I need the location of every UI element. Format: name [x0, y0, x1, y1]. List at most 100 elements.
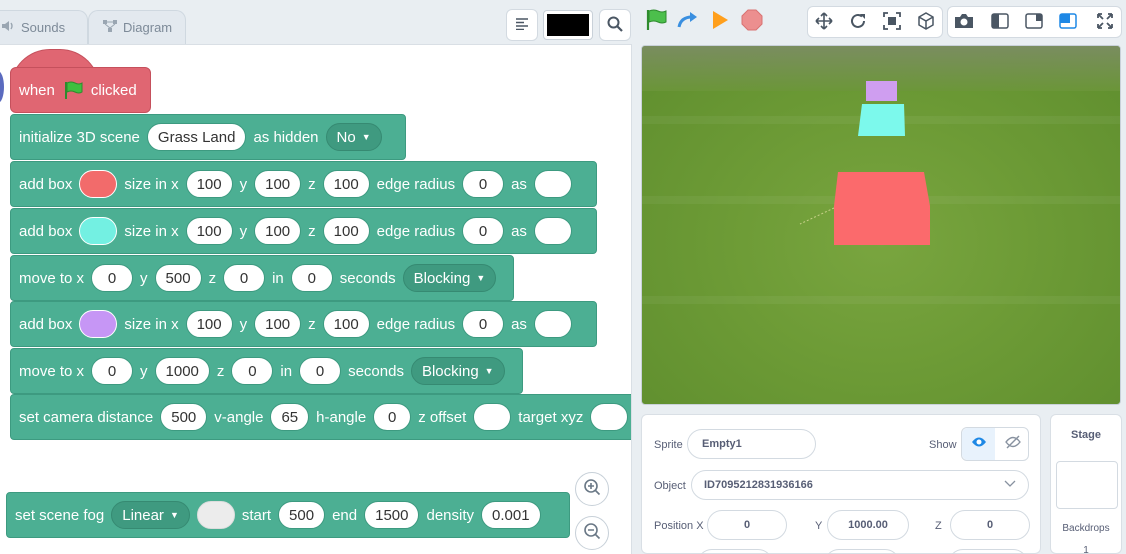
camera-distance-input[interactable]: 500 — [160, 403, 208, 431]
set-camera-distance-block[interactable]: set camera distance 500 v-angle 65 h-ang… — [10, 394, 631, 440]
pen-color-picker[interactable] — [543, 10, 593, 40]
sprite-label: Sprite — [654, 439, 683, 451]
speaker-icon — [1, 20, 15, 35]
position-x-input[interactable]: 0 — [707, 510, 787, 540]
view-tools-group — [807, 6, 943, 38]
green-flag-button[interactable] — [643, 9, 669, 35]
move-x-input[interactable]: 0 — [91, 264, 134, 292]
edge-radius-input[interactable]: 0 — [462, 170, 505, 198]
size-x-input[interactable]: 100 — [185, 310, 233, 338]
z-offset-input[interactable] — [473, 403, 512, 431]
size-x-input[interactable]: 100 — [185, 217, 233, 245]
object-select-value: ID7095212831936166 — [704, 479, 813, 491]
red-box[interactable] — [834, 172, 930, 245]
move-z-input[interactable]: 0 — [231, 357, 274, 385]
size-x-input[interactable]: 100 — [185, 170, 233, 198]
z-label: z — [208, 269, 217, 287]
zoom-in-button[interactable] — [575, 472, 609, 506]
as-input[interactable] — [533, 310, 572, 338]
play-button[interactable] — [707, 9, 733, 35]
move-to-block[interactable]: move to x 0 y 500 z 0 in 0 seconds Block… — [10, 255, 514, 301]
v-angle-input[interactable]: 65 — [270, 403, 310, 431]
blocking-dropdown[interactable]: Blocking ▼ — [402, 264, 497, 292]
tab-diagram[interactable]: Diagram — [88, 10, 186, 44]
h-angle-input[interactable]: 0 — [373, 403, 412, 431]
box-color-picker[interactable] — [79, 310, 118, 338]
3d-cube-button[interactable] — [914, 11, 938, 35]
rotate-tool-button[interactable] — [846, 11, 870, 35]
search-button[interactable] — [599, 9, 631, 41]
tab-sounds[interactable]: Sounds — [0, 10, 88, 44]
position-z-input[interactable]: 0 — [950, 510, 1030, 540]
hide-button[interactable] — [996, 428, 1029, 460]
as-label: as — [511, 315, 527, 333]
edge-radius-input[interactable]: 0 — [462, 217, 505, 245]
object-select[interactable]: ID7095212831936166 — [691, 470, 1029, 500]
set-scene-fog-block[interactable]: set scene fog Linear ▼ start 500 end 1500… — [6, 492, 570, 538]
seconds-label: seconds — [339, 269, 396, 287]
chevron-down-icon — [1004, 479, 1016, 492]
clean-up-button[interactable] — [506, 9, 538, 41]
large-stage-button[interactable] — [1056, 11, 1080, 35]
stage-thumbnail[interactable] — [1056, 461, 1118, 509]
fullscreen-button[interactable] — [1093, 11, 1117, 35]
add-box-block[interactable]: add box size in x 100 y 100 z 100 edge r… — [10, 301, 597, 347]
target-input[interactable] — [590, 403, 629, 431]
when-flag-clicked-block[interactable]: when clicked — [10, 67, 151, 113]
stage-selector-panel[interactable]: Stage Backdrops 1 — [1050, 414, 1122, 554]
box-color-picker[interactable] — [79, 170, 118, 198]
move-to-block[interactable]: move to x 0 y 1000 z 0 in 0 seconds Bloc… — [10, 348, 523, 394]
size-y-input[interactable]: 100 — [254, 310, 302, 338]
rotate-icon — [849, 12, 867, 35]
fit-screen-button[interactable] — [880, 11, 904, 35]
size-z-input[interactable]: 100 — [322, 170, 370, 198]
scene-name-input[interactable]: Grass Land — [146, 123, 247, 151]
rotation-y-input[interactable] — [824, 549, 900, 554]
move-z-input[interactable]: 0 — [223, 264, 266, 292]
as-input[interactable] — [533, 217, 572, 245]
fog-density-input[interactable]: 0.001 — [481, 501, 541, 529]
blocking-dropdown[interactable]: Blocking ▼ — [410, 357, 505, 385]
fog-start-input[interactable]: 500 — [278, 501, 326, 529]
as-input[interactable] — [533, 170, 572, 198]
duration-input[interactable]: 0 — [299, 357, 342, 385]
rotation-z-input[interactable] — [948, 549, 1028, 554]
block-label: set scene fog — [15, 506, 105, 524]
move-y-input[interactable]: 1000 — [154, 357, 210, 385]
hidden-dropdown[interactable]: No ▼ — [325, 123, 382, 151]
green-flag-icon — [644, 8, 668, 37]
caret-down-icon: ▼ — [476, 273, 486, 283]
fog-end-input[interactable]: 1500 — [364, 501, 420, 529]
size-z-input[interactable]: 100 — [322, 217, 370, 245]
cyan-box[interactable] — [858, 104, 905, 136]
size-y-input[interactable]: 100 — [254, 217, 302, 245]
step-button[interactable] — [675, 9, 701, 35]
screenshot-button[interactable] — [952, 11, 976, 35]
3d-stage-canvas[interactable] — [641, 45, 1121, 405]
purple-box[interactable] — [866, 81, 897, 101]
duration-input[interactable]: 0 — [290, 264, 333, 292]
position-y-input[interactable]: 1000.00 — [827, 510, 909, 540]
add-box-block[interactable]: add box size in x 100 y 100 z 100 edge r… — [10, 161, 597, 207]
move-y-input[interactable]: 500 — [154, 264, 202, 292]
zoom-out-icon — [583, 522, 601, 545]
move-tool-button[interactable] — [812, 11, 836, 35]
fog-color-picker[interactable] — [196, 501, 235, 529]
size-z-input[interactable]: 100 — [322, 310, 370, 338]
move-x-input[interactable]: 0 — [91, 357, 134, 385]
show-button[interactable] — [962, 428, 995, 460]
search-icon — [607, 16, 623, 35]
stop-button[interactable] — [739, 9, 765, 35]
normal-stage-button[interactable] — [1022, 11, 1046, 35]
fog-mode-dropdown[interactable]: Linear ▼ — [111, 501, 190, 529]
code-workspace[interactable]: when clicked initialize 3D scene Grass L… — [0, 44, 632, 554]
add-box-block[interactable]: add box size in x 100 y 100 z 100 edge r… — [10, 208, 597, 254]
edge-radius-input[interactable]: 0 — [462, 310, 505, 338]
zoom-out-button[interactable] — [575, 516, 609, 550]
sprite-name-input[interactable]: Empty1 — [687, 429, 816, 459]
size-y-input[interactable]: 100 — [254, 170, 302, 198]
box-color-picker[interactable] — [79, 217, 118, 245]
rotation-x-input[interactable] — [697, 549, 773, 554]
initialize-3d-scene-block[interactable]: initialize 3D scene Grass Land as hidden… — [10, 114, 406, 160]
small-stage-button[interactable] — [988, 11, 1012, 35]
